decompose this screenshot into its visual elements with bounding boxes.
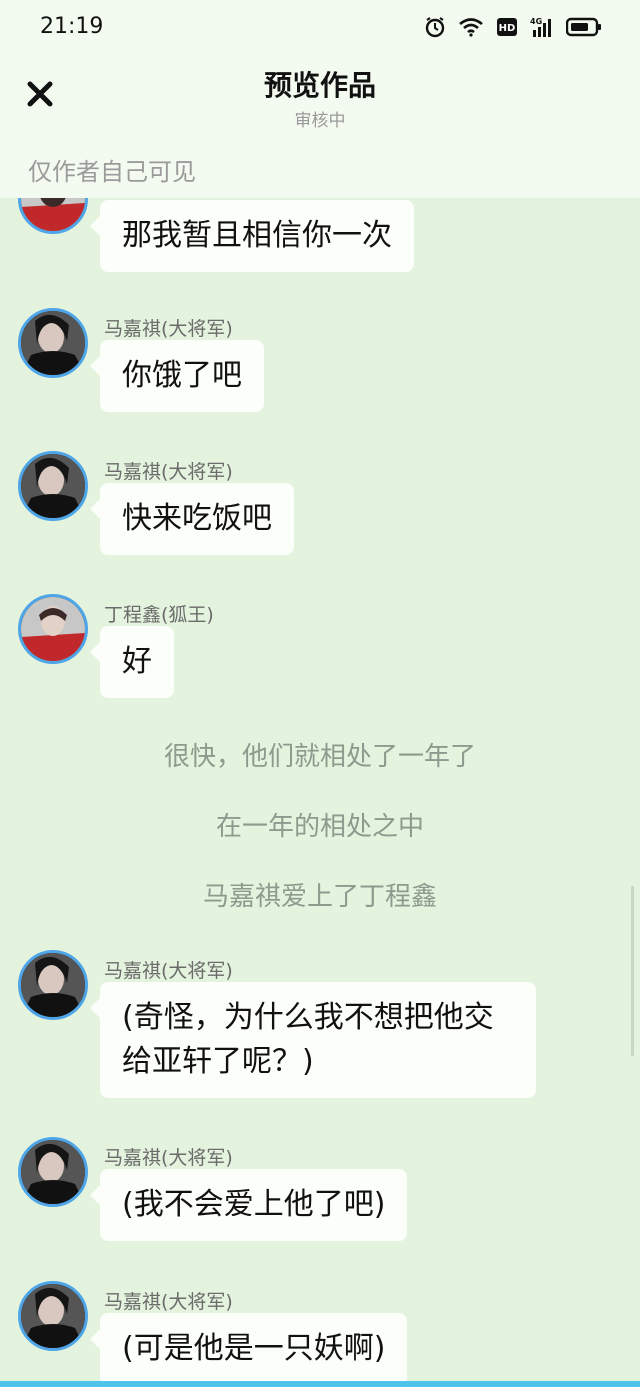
message-bubble: 快来吃饭吧	[90, 483, 294, 555]
avatar-majiaqi[interactable]	[18, 1281, 88, 1351]
scrollbar[interactable]	[631, 886, 634, 1056]
narration-text: 马嘉祺爱上了丁程鑫	[202, 882, 437, 912]
sender-name: 马嘉祺(大将军)	[104, 318, 233, 340]
wifi-icon	[458, 17, 484, 37]
sender-name: 马嘉祺(大将军)	[104, 461, 233, 483]
narration-text: 很快，他们就相处了一年了	[163, 742, 476, 772]
alarm-icon	[424, 16, 446, 38]
page-title: 预览作品	[263, 69, 376, 102]
sender-name: 马嘉祺(大将军)	[104, 1291, 233, 1313]
svg-text:HD: HD	[499, 23, 516, 34]
status-time: 21:19	[40, 14, 104, 39]
hd-icon: HD	[496, 17, 518, 37]
bottom-accent-strip	[0, 1381, 640, 1387]
message-bubble: (我不会爱上他了吧)	[89, 1169, 408, 1241]
header: 21:19 HD 4G 预览作品 审核中 仅作者自己可见	[0, 0, 640, 198]
svg-text:4G: 4G	[530, 17, 542, 26]
sender-name: 丁程鑫(狐王)	[104, 604, 214, 626]
chat-preview-screen: 那我暂且相信你一次 马嘉祺(大将军) 你饿了吧 马嘉祺(大将军) 快来吃饭吧 丁…	[0, 0, 640, 1387]
signal-4g-icon: 4G	[530, 16, 554, 38]
sender-name: 马嘉祺(大将军)	[104, 960, 233, 982]
message-bubble: (奇怪，为什么我不想把他交给亚轩了呢？)	[90, 982, 536, 1098]
avatar-dingchengxin[interactable]	[18, 594, 88, 664]
sender-name: 马嘉祺(大将军)	[104, 1147, 233, 1169]
message-bubble: (可是他是一只妖啊)	[89, 1313, 408, 1385]
status-icons: HD 4G	[424, 16, 602, 38]
avatar-majiaqi[interactable]	[18, 1137, 88, 1207]
avatar-majiaqi[interactable]	[18, 451, 88, 521]
avatar-majiaqi[interactable]	[18, 950, 88, 1020]
message-bubble: 那我暂且相信你一次	[90, 200, 414, 272]
message-bubble: 你饿了吧	[90, 340, 264, 412]
visibility-notice: 仅作者自己可见	[28, 158, 196, 186]
avatar-majiaqi[interactable]	[18, 308, 88, 378]
narration-text: 在一年的相处之中	[215, 812, 424, 842]
battery-icon	[566, 17, 602, 37]
review-status: 审核中	[294, 111, 346, 131]
message-bubble: 好	[90, 626, 174, 698]
